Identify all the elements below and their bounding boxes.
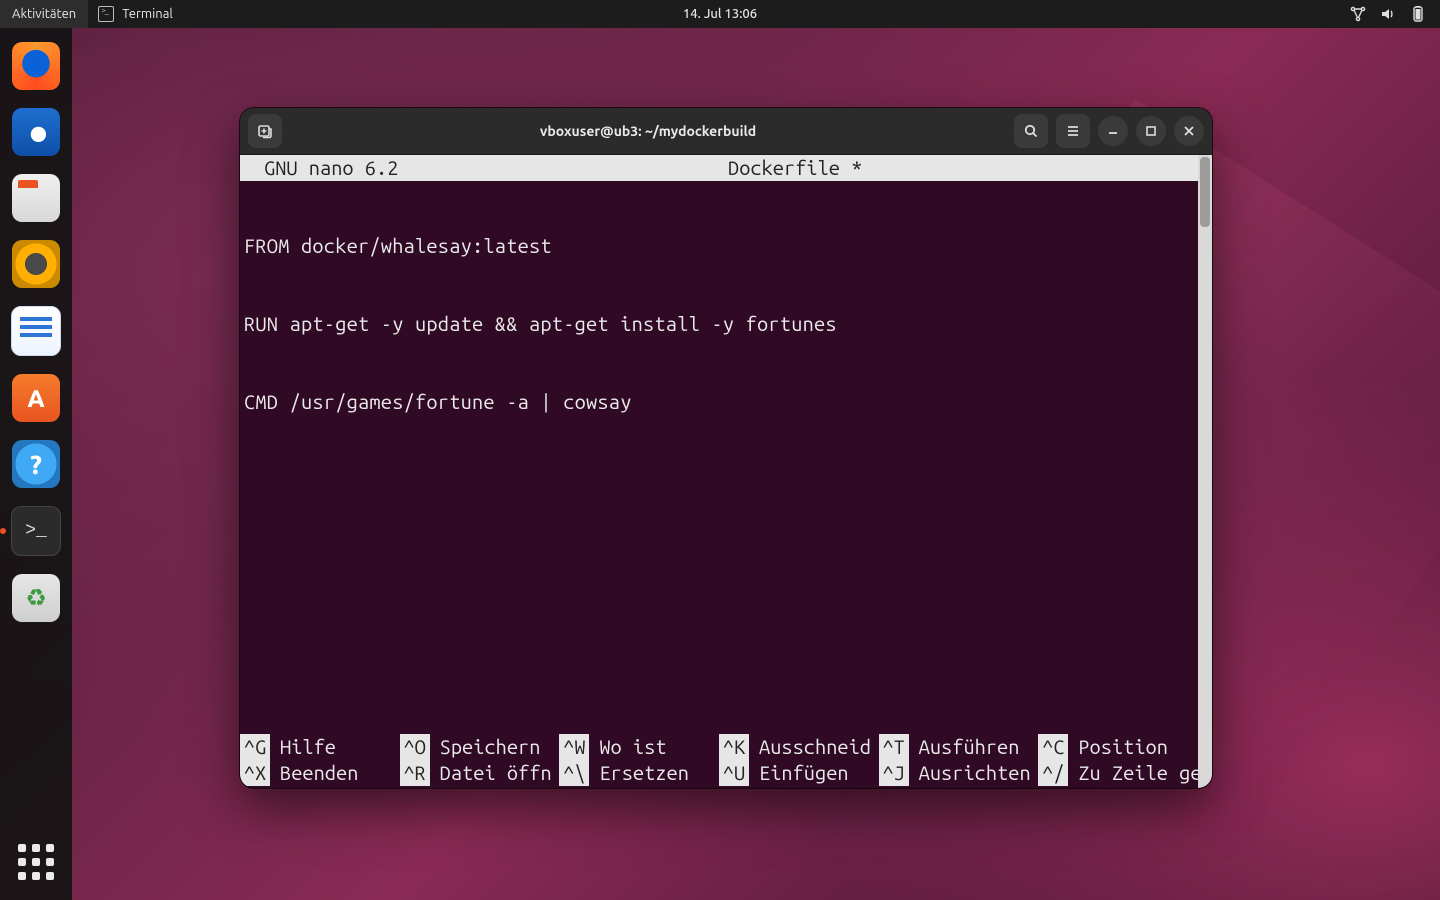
show-applications-button[interactable] xyxy=(18,844,54,880)
file-line: RUN apt-get -y update && apt-get install… xyxy=(244,311,1194,337)
close-button[interactable] xyxy=(1174,116,1204,146)
shortcut-whereis: ^WWo ist xyxy=(559,734,719,760)
shortcut-gotoline: ^/Zu Zeile geh xyxy=(1038,760,1198,786)
app-menu-label: Terminal xyxy=(122,7,173,21)
nano-app-title: GNU nano 6.2 xyxy=(246,155,398,181)
top-bar: Aktivitäten Terminal 14. Jul 13:06 xyxy=(0,0,1440,28)
search-button[interactable] xyxy=(1014,114,1048,148)
dock-ubuntu-software[interactable] xyxy=(12,374,60,422)
nano-file-title: Dockerfile * xyxy=(398,155,1192,181)
shortcut-writeout: ^OSpeichern xyxy=(400,734,560,760)
shortcut-readfile: ^RDatei öffn xyxy=(400,760,560,786)
terminal-scrollbar[interactable] xyxy=(1198,155,1212,788)
battery-icon xyxy=(1410,6,1426,22)
shortcut-position: ^CPosition xyxy=(1038,734,1198,760)
dock-thunderbird[interactable] xyxy=(12,108,60,156)
nano-file-content[interactable]: FROM docker/whalesay:latest RUN apt-get … xyxy=(240,181,1198,734)
clock-label: 14. Jul 13:06 xyxy=(683,7,757,21)
shortcut-execute: ^TAusführen xyxy=(879,734,1039,760)
new-tab-button[interactable] xyxy=(248,114,282,148)
shortcut-paste: ^UEinfügen xyxy=(719,760,879,786)
file-line: CMD /usr/games/fortune -a | cowsay xyxy=(244,389,1194,415)
dock-help[interactable] xyxy=(12,440,60,488)
dock-trash[interactable] xyxy=(12,574,60,622)
maximize-button[interactable] xyxy=(1136,116,1166,146)
dock xyxy=(0,28,72,900)
activities-label: Aktivitäten xyxy=(12,7,76,21)
file-line: FROM docker/whalesay:latest xyxy=(244,233,1194,259)
nano-header: GNU nano 6.2 Dockerfile * xyxy=(240,155,1198,181)
shortcut-cut: ^KAusschneid xyxy=(719,734,879,760)
nano-shortcut-bar: ^GHilfe ^OSpeichern ^WWo ist ^KAusschnei… xyxy=(240,734,1198,788)
dock-firefox[interactable] xyxy=(12,42,60,90)
shortcut-help: ^GHilfe xyxy=(240,734,400,760)
shortcut-justify: ^JAusrichten xyxy=(879,760,1039,786)
dock-files[interactable] xyxy=(12,174,60,222)
shortcut-exit: ^XBeenden xyxy=(240,760,400,786)
network-icon xyxy=(1350,6,1366,22)
dock-terminal[interactable] xyxy=(11,506,61,556)
minimize-button[interactable] xyxy=(1098,116,1128,146)
activities-button[interactable]: Aktivitäten xyxy=(0,0,88,28)
app-menu-button[interactable]: Terminal xyxy=(88,0,183,28)
terminal-icon xyxy=(98,6,114,22)
dock-rhythmbox[interactable] xyxy=(12,240,60,288)
volume-icon xyxy=(1380,6,1396,22)
dock-libreoffice-writer[interactable] xyxy=(11,306,61,356)
hamburger-menu-button[interactable] xyxy=(1056,114,1090,148)
window-title: vboxuser@ub3: ~/mydockerbuild xyxy=(282,123,1014,139)
shortcut-replace: ^\Ersetzen xyxy=(559,760,719,786)
system-tray[interactable] xyxy=(1350,0,1440,28)
terminal-window: vboxuser@ub3: ~/mydockerbuild GNU nano 6… xyxy=(240,108,1212,788)
clock[interactable]: 14. Jul 13:06 xyxy=(683,7,757,21)
terminal-content[interactable]: GNU nano 6.2 Dockerfile * FROM docker/wh… xyxy=(240,155,1198,788)
window-titlebar[interactable]: vboxuser@ub3: ~/mydockerbuild xyxy=(240,108,1212,155)
